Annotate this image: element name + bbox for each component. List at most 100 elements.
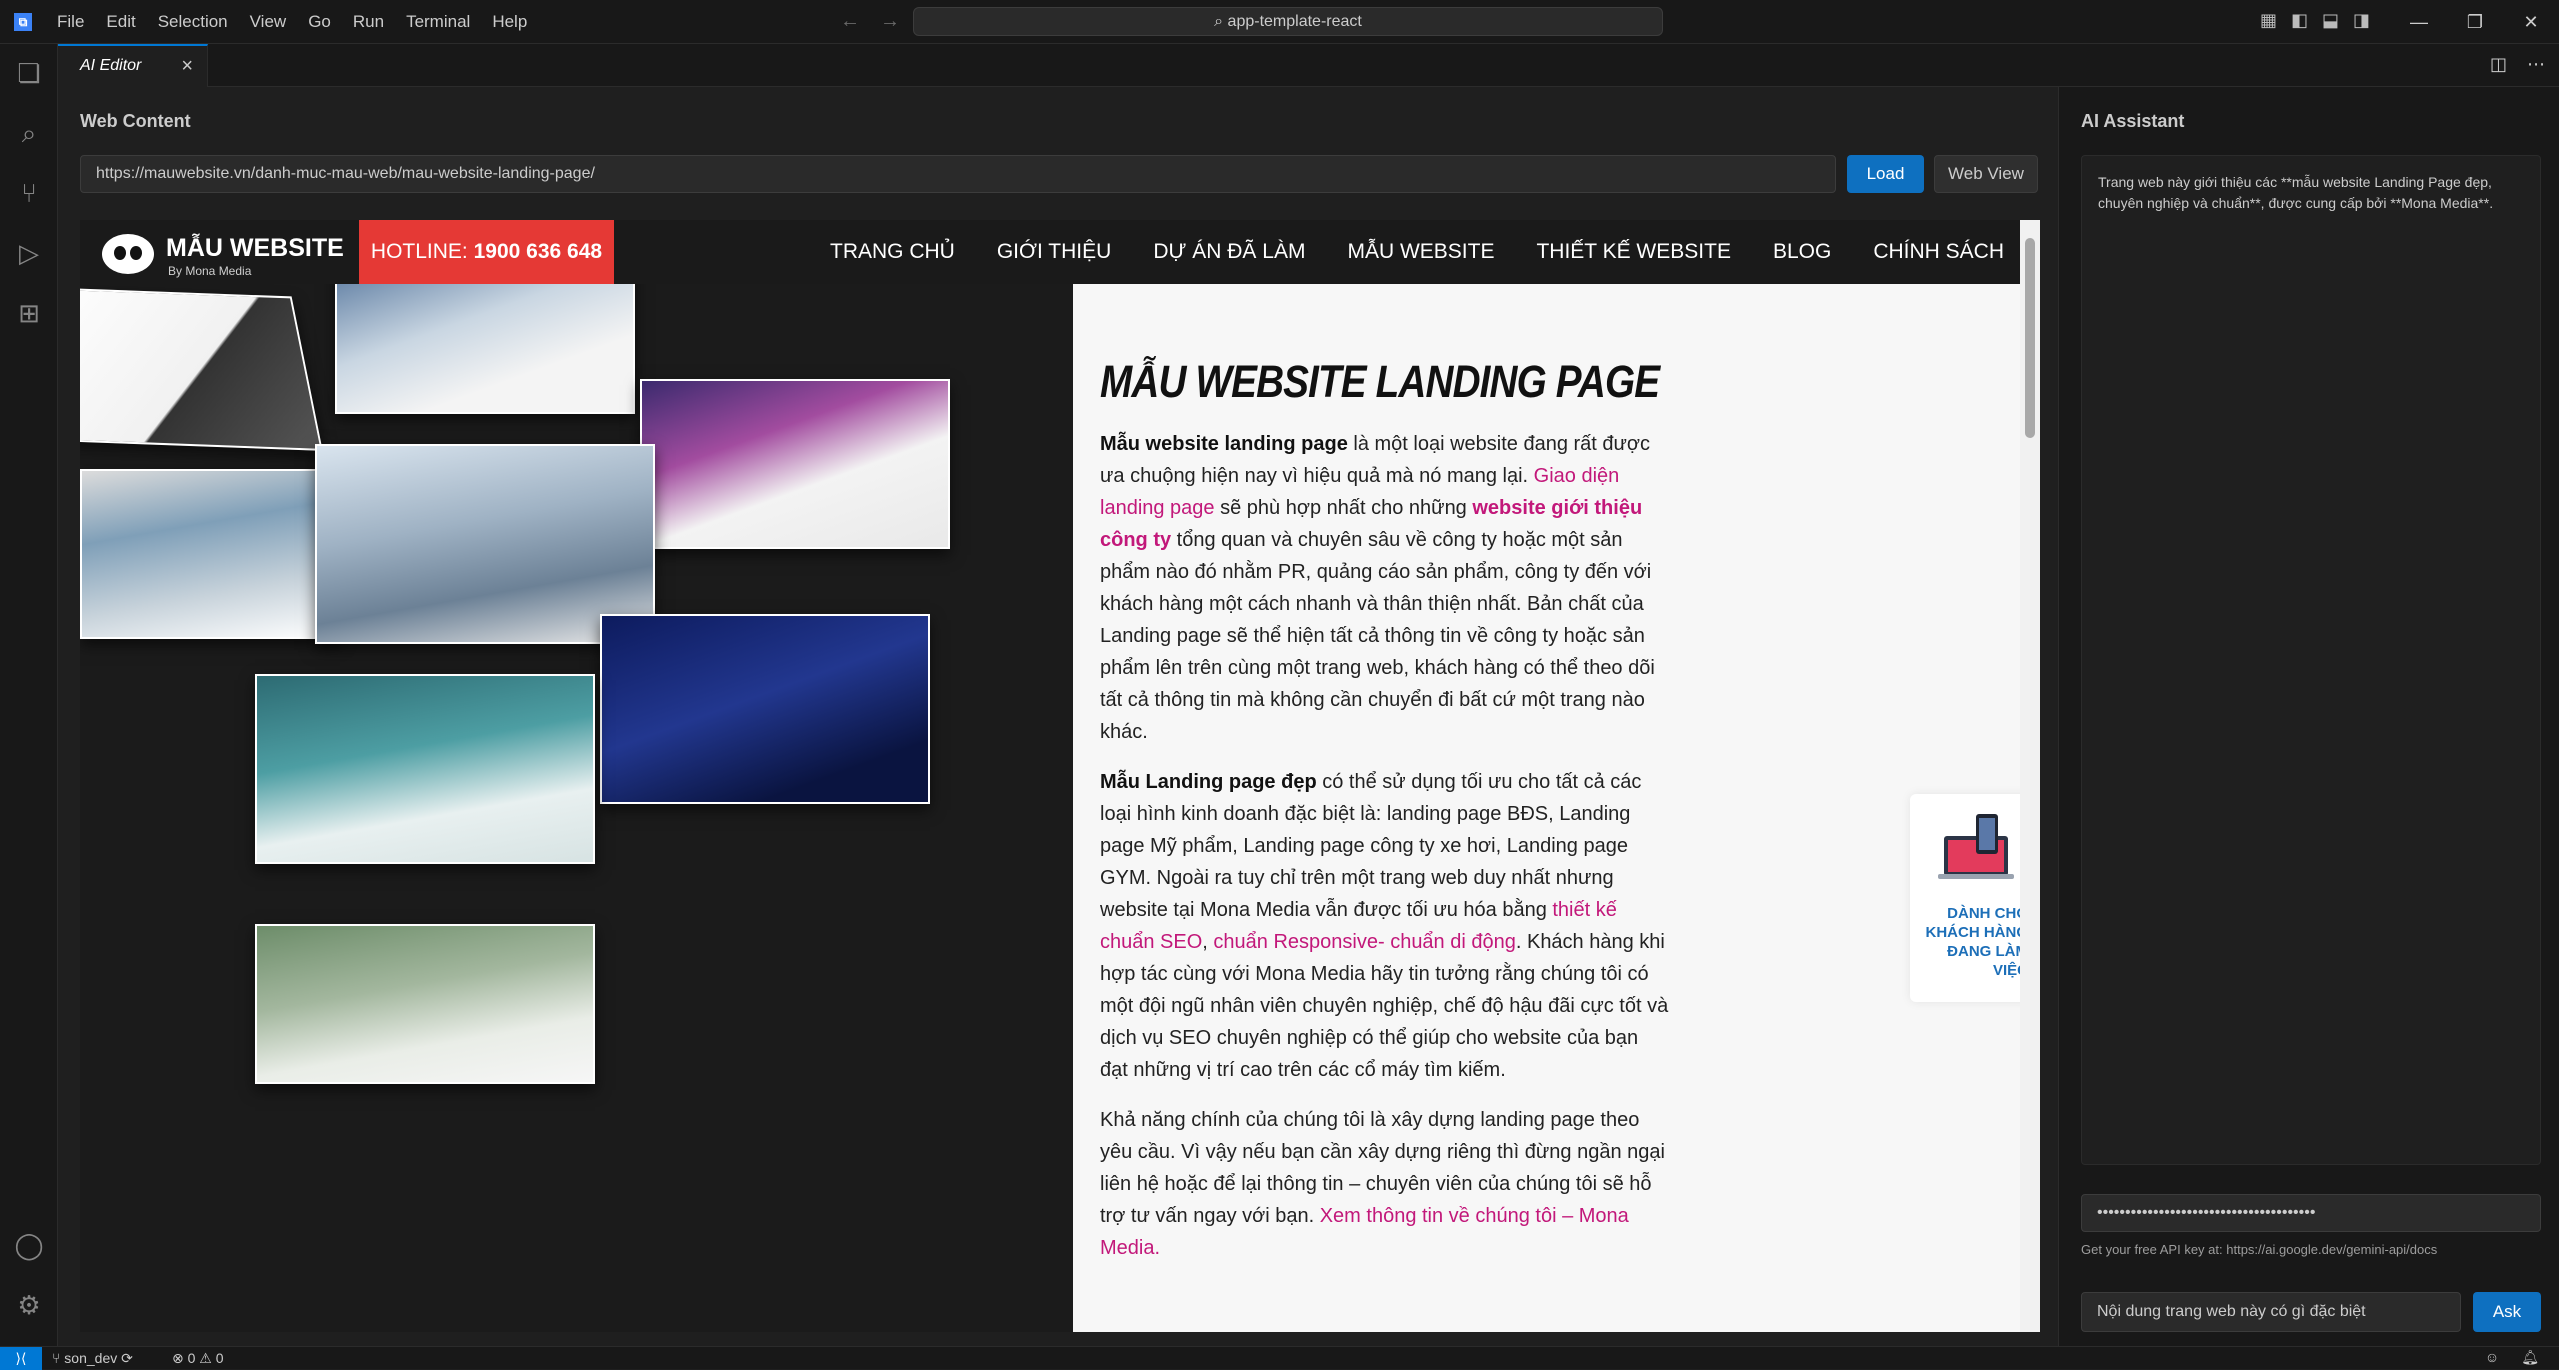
- status-bar: ⟩⟨ ⑂ son_dev ⟳ ⊗ 0 ⚠ 0 ☺ 🔔︎: [0, 1346, 2559, 1370]
- app-logo-icon: ⧉: [14, 13, 32, 31]
- layout-controls: ▦ ◧ ⬓ ◨: [2260, 10, 2370, 31]
- paragraph: Mẫu Landing page đẹp có thể sử dụng tối …: [1100, 766, 1670, 1086]
- source-control-icon[interactable]: ⑂: [14, 178, 44, 208]
- site-logo[interactable]: MẪU WEBSITE By Mona Media: [102, 232, 344, 278]
- search-icon: ⌕: [1214, 13, 1228, 30]
- hero-text-column: MẪU WEBSITE LANDING PAGE Mẫu website lan…: [1073, 284, 2040, 1332]
- question-input[interactable]: Nội dung trang web này có gì đặc biệt: [2081, 1292, 2461, 1332]
- site-nav-item[interactable]: CHÍNH SÁCH: [1873, 240, 2004, 264]
- web-scrollbar[interactable]: [2020, 220, 2040, 1332]
- command-center-label: app-template-react: [1227, 13, 1362, 30]
- customize-layout-icon[interactable]: ▦: [2260, 10, 2277, 31]
- site-logo-by: By Mona Media: [168, 264, 252, 278]
- menu-run[interactable]: Run: [342, 12, 395, 32]
- ai-assistant-title: AI Assistant: [2081, 111, 2185, 131]
- mockup-image: [335, 284, 635, 414]
- site-nav-item[interactable]: THIẾT KẾ WEBSITE: [1536, 240, 1730, 264]
- web-content-pane: Web Content https://mauwebsite.vn/danh-m…: [58, 87, 2058, 1346]
- explorer-icon[interactable]: ❏: [14, 58, 44, 88]
- load-button[interactable]: Load: [1847, 155, 1924, 193]
- site-nav-item[interactable]: GIỚI THIỆU: [997, 240, 1111, 264]
- menu-edit[interactable]: Edit: [95, 12, 146, 32]
- close-tab-icon[interactable]: ×: [181, 55, 193, 78]
- toggle-panel-icon[interactable]: ⬓: [2322, 10, 2339, 31]
- site-nav-item[interactable]: DỰ ÁN ĐÃ LÀM: [1153, 240, 1305, 264]
- site-nav-item[interactable]: TRANG CHỦ: [830, 240, 955, 264]
- branch-name: son_dev: [64, 1350, 118, 1366]
- settings-gear-icon[interactable]: ⚙: [14, 1290, 44, 1320]
- ai-response: Trang web này giới thiệu các **mẫu websi…: [2081, 155, 2541, 1165]
- side-card-caption: DÀNH CHO KHÁCH HÀNG ĐANG LÀM VIỆC: [1925, 905, 2029, 979]
- editor-actions: ◫ ⋯: [2490, 54, 2545, 75]
- ai-assistant-pane: AI Assistant Trang web này giới thiệu cá…: [2058, 87, 2559, 1346]
- account-icon[interactable]: ◯: [14, 1230, 44, 1260]
- notifications-bell-icon[interactable]: 🔔︎: [2521, 1349, 2539, 1366]
- extensions-icon[interactable]: ⊞: [14, 298, 44, 328]
- mockup-image: [80, 287, 323, 451]
- window-controls: — ❐ ✕: [2391, 0, 2559, 44]
- activity-bar: ❏ ⌕ ⑂ ▷ ⊞ ◯ ⚙: [0, 44, 58, 1346]
- site-nav: TRANG CHỦ GIỚI THIỆU DỰ ÁN ĐÃ LÀM MẪU WE…: [830, 220, 2004, 284]
- panda-logo-icon: [102, 234, 154, 274]
- menu-file[interactable]: File: [46, 12, 95, 32]
- ask-button[interactable]: Ask: [2473, 1292, 2541, 1332]
- tab-ai-editor-label: AI Editor: [80, 57, 142, 74]
- bold-text: Mẫu Landing page đẹp: [1100, 771, 1317, 793]
- branch-icon: ⑂: [52, 1350, 65, 1366]
- more-actions-icon[interactable]: ⋯: [2527, 54, 2545, 75]
- mockup-image: [80, 469, 340, 639]
- problems-indicator[interactable]: ⊗ 0 ⚠ 0: [172, 1350, 224, 1367]
- mockup-image: [255, 674, 595, 864]
- branch-indicator[interactable]: ⑂ son_dev ⟳: [52, 1350, 133, 1367]
- status-right: ☺ 🔔︎: [2485, 1349, 2539, 1366]
- menu-selection[interactable]: Selection: [147, 12, 239, 32]
- web-view-button[interactable]: Web View: [1934, 155, 2038, 193]
- menu-bar: File Edit Selection View Go Run Terminal…: [46, 0, 538, 44]
- search-view-icon[interactable]: ⌕: [14, 118, 44, 148]
- forward-arrow-icon[interactable]: →: [880, 10, 900, 33]
- web-content-title: Web Content: [80, 111, 191, 131]
- api-key-input[interactable]: •••••••••••••••••••••••••••••••••••••••: [2081, 1194, 2541, 1232]
- mockup-image: [255, 924, 595, 1084]
- tab-ai-editor[interactable]: AI Editor ×: [58, 44, 208, 87]
- mockup-image: [600, 614, 930, 804]
- page-heading: MẪU WEBSITE LANDING PAGE: [1100, 356, 1660, 407]
- menu-go[interactable]: Go: [297, 12, 342, 32]
- hotline-number: 1900 636 648: [473, 240, 603, 263]
- command-center[interactable]: ⌕ app-template-react: [913, 7, 1663, 36]
- paragraph: Khả năng chính của chúng tôi là xây dựng…: [1100, 1104, 1670, 1264]
- minimize-icon[interactable]: —: [2391, 0, 2447, 44]
- close-window-icon[interactable]: ✕: [2503, 0, 2559, 44]
- menu-view[interactable]: View: [239, 12, 298, 32]
- run-debug-icon[interactable]: ▷: [14, 238, 44, 268]
- page-content: Mẫu website landing page là một loại web…: [1100, 428, 1670, 1282]
- hotline-label: HOTLINE:: [370, 240, 468, 263]
- url-input[interactable]: https://mauwebsite.vn/danh-muc-mau-web/m…: [80, 155, 1836, 193]
- hotline-banner[interactable]: HOTLINE: 1900 636 648: [359, 220, 614, 284]
- sync-icon: ⟳: [117, 1350, 133, 1366]
- site-nav-item[interactable]: MẪU WEBSITE: [1347, 240, 1494, 264]
- split-editor-icon[interactable]: ◫: [2490, 54, 2507, 75]
- menu-terminal[interactable]: Terminal: [395, 12, 481, 32]
- scroll-thumb[interactable]: [2025, 238, 2035, 438]
- text: ,: [1202, 931, 1214, 953]
- text: .: [1154, 1237, 1161, 1259]
- paragraph: Mẫu website landing page là một loại web…: [1100, 428, 1670, 748]
- devices-icon: [1938, 814, 2014, 879]
- site-header: MẪU WEBSITE By Mona Media HOTLINE: 1900 …: [80, 220, 2020, 284]
- mockup-image: [640, 379, 950, 549]
- back-arrow-icon[interactable]: ←: [840, 10, 860, 33]
- toggle-primary-sidebar-icon[interactable]: ◧: [2291, 10, 2308, 31]
- remote-indicator-icon[interactable]: ⟩⟨: [0, 1347, 42, 1370]
- hero-mockup-collage: [80, 284, 1073, 1332]
- web-frame[interactable]: MẪU WEBSITE By Mona Media HOTLINE: 1900 …: [80, 220, 2040, 1332]
- text: sẽ phù hợp nhất cho những: [1214, 497, 1473, 519]
- bold-text: Mẫu website landing page: [1100, 433, 1348, 455]
- toggle-secondary-sidebar-icon[interactable]: ◨: [2353, 10, 2370, 31]
- copilot-icon[interactable]: ☺: [2485, 1349, 2499, 1366]
- site-logo-name: MẪU WEBSITE: [166, 234, 344, 262]
- restore-icon[interactable]: ❐: [2447, 0, 2503, 44]
- link[interactable]: chuẩn Responsive- chuẩn di động: [1213, 931, 1515, 953]
- menu-help[interactable]: Help: [481, 12, 538, 32]
- site-nav-item[interactable]: BLOG: [1773, 240, 1831, 264]
